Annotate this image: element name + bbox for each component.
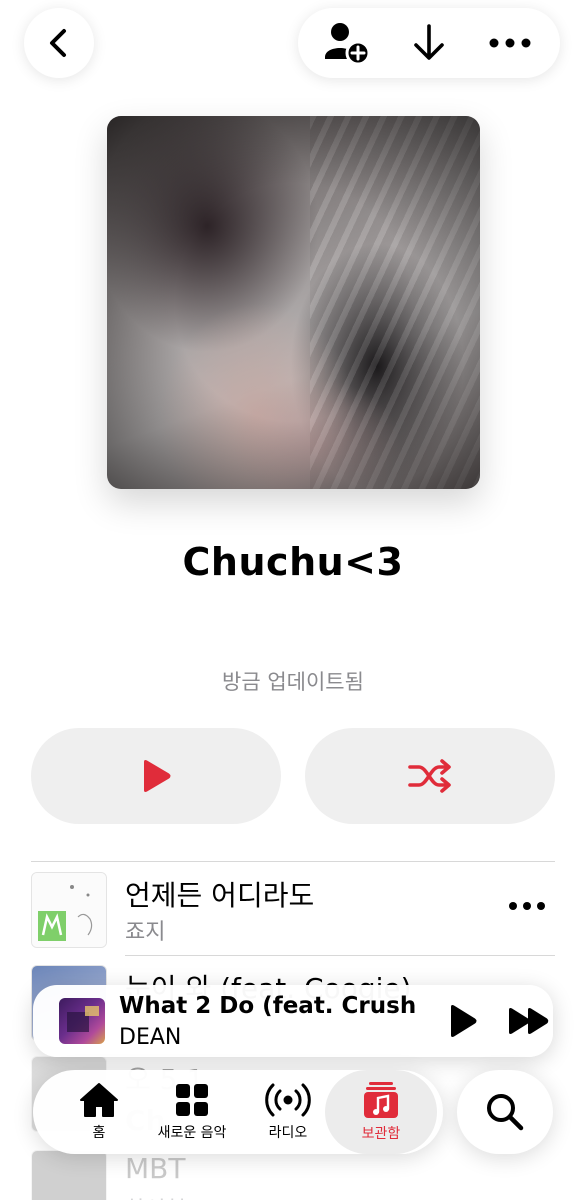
tab-bar: 홈 새로운 음악 라디오 보관함 [33,1070,443,1154]
person-add-icon [325,23,371,65]
tab-label: 라디오 [268,1125,308,1141]
now-playing-artwork [59,998,105,1044]
play-icon [144,760,171,792]
track-row[interactable]: 언제든 어디라도 죠지 [31,862,555,948]
tab-label: 홈 [92,1125,106,1141]
top-actions-bar [298,8,560,78]
playlist-title: Chuchu<3 [182,540,404,584]
play-button[interactable] [31,728,281,824]
back-button[interactable] [24,8,94,78]
track-artist: 죠지 [125,920,166,945]
playlist-page: Chuchu<3 방금 업데이트됨 언제든 어디라도 죠지 MBT What 2… [0,0,586,1200]
shuffle-button[interactable] [305,728,555,824]
tab-library[interactable]: 보관함 [325,1070,437,1154]
tab-new-music[interactable]: 새로운 음악 [137,1070,247,1154]
search-icon [487,1094,524,1131]
download-arrow-icon [414,24,444,60]
download-button[interactable] [399,13,459,73]
home-icon [80,1083,118,1117]
mini-play-button[interactable] [443,1003,479,1039]
grid-icon [176,1084,208,1116]
play-icon [451,1005,477,1037]
tab-label: 보관함 [361,1126,401,1142]
playlist-artwork [107,116,480,489]
shuffle-icon [408,759,451,793]
library-music-icon [364,1082,398,1118]
track-more-button[interactable] [507,894,547,918]
add-person-button[interactable] [318,13,378,73]
track-title: 언제든 어디라도 [125,879,315,912]
tab-home[interactable]: 홈 [53,1070,145,1154]
now-playing-artist: DEAN [119,1025,182,1050]
track-artist: 하성현 [125,1192,186,1200]
playlist-updated-status: 방금 업데이트됨 [222,670,364,694]
now-playing-title: What 2 Do (feat. Crush [119,993,417,1019]
tab-radio[interactable]: 라디오 [245,1070,331,1154]
fast-forward-button[interactable] [507,1003,551,1039]
track-artwork [31,872,107,948]
chevron-left-icon [50,29,66,57]
more-options-button[interactable] [480,13,540,73]
ellipsis-icon [509,902,545,910]
now-playing-bar[interactable]: What 2 Do (feat. Crush DEAN [33,985,553,1057]
ellipsis-icon [489,38,531,48]
track-artwork [31,1150,107,1200]
search-button[interactable] [457,1070,553,1154]
radio-broadcast-icon [265,1083,311,1117]
tab-label: 새로운 음악 [157,1125,227,1141]
track-title: MBT [125,1152,186,1185]
fast-forward-icon [509,1008,549,1034]
